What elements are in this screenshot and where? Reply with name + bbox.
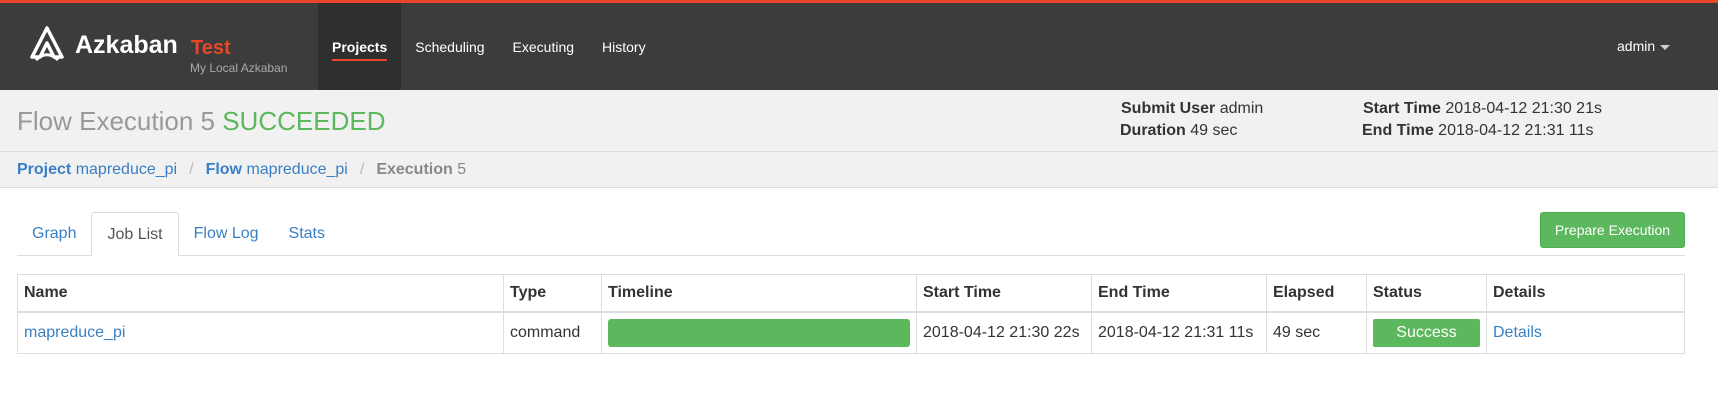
- duration-label: Duration: [1120, 122, 1186, 139]
- column-header-start-time: Start Time: [916, 274, 1092, 313]
- end-time-value: 2018-04-12 21:31 11s: [1438, 122, 1594, 139]
- tab-flow-log[interactable]: Flow Log: [179, 212, 274, 256]
- column-header-name: Name: [17, 274, 504, 313]
- column-header-elapsed: Elapsed: [1266, 274, 1367, 313]
- brand-environment: Test: [191, 37, 231, 59]
- page-title: Flow Execution 5 SUCCEEDED: [17, 106, 385, 137]
- job-elapsed: 49 sec: [1266, 311, 1367, 354]
- prepare-execution-button[interactable]: Prepare Execution: [1540, 212, 1685, 248]
- flow-title-text: Flow Execution 5: [17, 106, 215, 136]
- flow-status: SUCCEEDED: [222, 106, 386, 136]
- breadcrumb-flow-name: mapreduce_pi: [246, 160, 348, 178]
- azkaban-logo-icon: [30, 26, 64, 62]
- duration-value: 49 sec: [1190, 122, 1238, 139]
- breadcrumb-execution-id: 5: [457, 160, 467, 178]
- job-list-table: Name Type Timeline Start Time End Time E…: [17, 274, 1685, 354]
- nav-executing[interactable]: Executing: [499, 3, 588, 90]
- details-link[interactable]: Details: [1493, 324, 1542, 341]
- breadcrumb-project-label: Project: [17, 160, 72, 178]
- job-start-time: 2018-04-12 21:30 22s: [916, 311, 1092, 354]
- end-time-label: End Time: [1362, 122, 1434, 139]
- status-badge: Success: [1373, 318, 1480, 347]
- main-nav: Projects Scheduling Executing History: [318, 3, 660, 90]
- submit-user-value: admin: [1219, 100, 1264, 117]
- start-time-label: Start Time: [1363, 100, 1441, 117]
- job-status-cell: Success: [1366, 311, 1487, 354]
- brand-name: Azkaban: [75, 31, 178, 59]
- table-row: mapreduce_pi command 2018-04-12 21:30 22…: [17, 311, 1685, 354]
- user-name: admin: [1617, 38, 1656, 54]
- breadcrumb-execution: Execution 5: [376, 161, 466, 179]
- table-header-row: Name Type Timeline Start Time End Time E…: [17, 274, 1685, 313]
- tab-graph[interactable]: Graph: [17, 212, 91, 256]
- job-timeline-cell: [601, 311, 917, 354]
- tab-stats[interactable]: Stats: [274, 212, 340, 256]
- brand-subtitle: My Local Azkaban: [190, 61, 288, 75]
- tab-job-list[interactable]: Job List: [91, 212, 179, 257]
- job-name-cell: mapreduce_pi: [17, 311, 504, 354]
- execution-header: Flow Execution 5 SUCCEEDED Submit User a…: [0, 90, 1718, 152]
- column-header-end-time: End Time: [1091, 274, 1267, 313]
- job-end-time: 2018-04-12 21:31 11s: [1091, 311, 1267, 354]
- start-time-value: 2018-04-12 21:30 21s: [1445, 100, 1602, 117]
- end-time: End Time 2018-04-12 21:31 11s: [1362, 122, 1594, 140]
- column-header-status: Status: [1366, 274, 1487, 313]
- breadcrumb-separator: /: [359, 160, 365, 178]
- nav-executing-label: Executing: [512, 38, 575, 55]
- submit-user: Submit User admin: [1121, 100, 1263, 118]
- job-name-link[interactable]: mapreduce_pi: [24, 324, 125, 341]
- submit-user-label: Submit User: [1121, 100, 1216, 117]
- nav-history[interactable]: History: [588, 3, 660, 90]
- breadcrumb: Project mapreduce_pi / Flow mapreduce_pi…: [0, 152, 1718, 188]
- breadcrumb-execution-label: Execution: [376, 160, 453, 178]
- breadcrumb-flow[interactable]: Flow mapreduce_pi: [206, 161, 348, 179]
- caret-down-icon: [1660, 44, 1671, 50]
- start-time: Start Time 2018-04-12 21:30 21s: [1363, 100, 1602, 118]
- job-details-cell: Details: [1486, 311, 1685, 354]
- execution-tabs: Graph Job List Flow Log Stats: [17, 212, 1685, 257]
- duration: Duration 49 sec: [1120, 122, 1237, 140]
- nav-projects-label: Projects: [332, 39, 388, 61]
- nav-history-label: History: [602, 38, 646, 55]
- breadcrumb-separator: /: [189, 160, 194, 178]
- breadcrumb-project[interactable]: Project mapreduce_pi: [17, 161, 177, 179]
- column-header-timeline: Timeline: [601, 274, 917, 313]
- user-menu[interactable]: admin: [1617, 38, 1671, 54]
- nav-projects[interactable]: Projects: [318, 3, 402, 90]
- nav-scheduling-label: Scheduling: [415, 38, 485, 55]
- breadcrumb-flow-label: Flow: [205, 160, 242, 178]
- breadcrumb-project-name: mapreduce_pi: [75, 160, 178, 178]
- column-header-type: Type: [503, 274, 602, 313]
- job-type: command: [503, 311, 602, 354]
- column-header-details: Details: [1486, 274, 1685, 313]
- nav-scheduling[interactable]: Scheduling: [401, 3, 498, 90]
- top-navbar: Azkaban Test My Local Azkaban Projects S…: [0, 0, 1718, 90]
- timeline-bar: [608, 318, 910, 347]
